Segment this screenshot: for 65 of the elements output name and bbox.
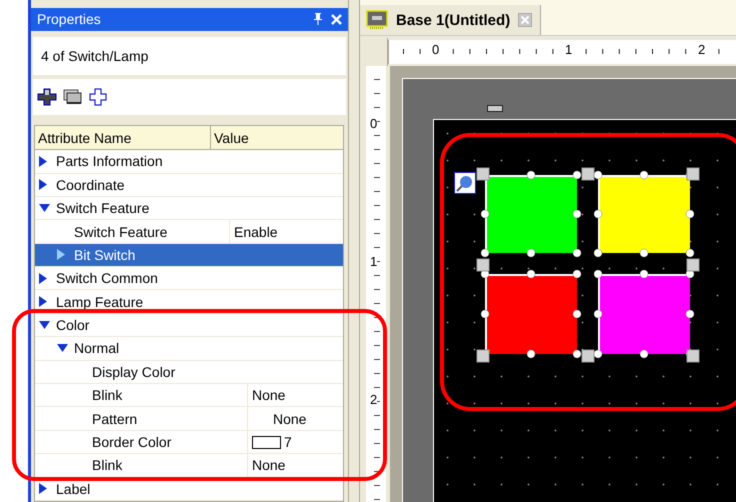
property-name: Coordinate: [56, 176, 124, 193]
property-name: Parts Information: [56, 153, 163, 170]
property-row[interactable]: Color: [35, 314, 343, 338]
column-header[interactable]: Attribute Name: [35, 126, 211, 150]
expanded-triangle-icon[interactable]: [57, 344, 68, 352]
small-bar-icon: [487, 105, 503, 112]
monitor-icon: [366, 10, 388, 30]
property-name: Blink: [92, 457, 122, 474]
property-row[interactable]: Pattern None: [35, 407, 343, 431]
property-name: Switch Feature: [56, 200, 150, 216]
property-row[interactable]: Parts Information: [35, 150, 343, 174]
lamp-switch-part[interactable]: [485, 274, 577, 354]
lamp-switch-part[interactable]: [598, 274, 690, 354]
expanded-triangle-icon[interactable]: [39, 204, 50, 212]
ruler-number: 2: [697, 42, 706, 57]
color-swatch[interactable]: [252, 436, 281, 449]
property-value: None: [252, 457, 286, 474]
property-name: Bit Switch: [74, 246, 136, 263]
property-value: Enable: [234, 224, 278, 240]
property-row[interactable]: Switch Feature: [35, 196, 343, 220]
property-name: Switch Common: [56, 270, 158, 286]
plus-icon[interactable]: [89, 88, 107, 106]
property-name: Normal: [74, 340, 120, 356]
magnifier-icon[interactable]: [454, 172, 476, 194]
ruler-number: 0: [431, 42, 440, 57]
expanded-triangle-icon[interactable]: [39, 321, 50, 330]
windows-stack-icon[interactable]: [63, 88, 83, 106]
property-name: Border Color: [92, 434, 172, 450]
collapsed-triangle-icon[interactable]: [39, 156, 47, 167]
property-row[interactable]: Label: [35, 478, 343, 501]
property-row[interactable]: Blink None: [35, 454, 343, 478]
column-header[interactable]: Value: [211, 126, 249, 150]
selection-summary: 4 of Switch/Lamp: [33, 36, 346, 75]
property-row[interactable]: Lamp Feature: [35, 290, 343, 314]
property-row[interactable]: Bit Switch: [35, 244, 343, 268]
property-value: None: [252, 387, 286, 404]
collapsed-triangle-icon[interactable]: [39, 483, 47, 494]
pin-icon[interactable]: [313, 13, 323, 26]
property-row[interactable]: Normal: [35, 337, 343, 361]
property-row[interactable]: Coordinate: [35, 174, 343, 197]
panel-title: Properties: [37, 11, 102, 28]
lamp-switch-part[interactable]: [598, 175, 690, 253]
property-name: Switch Feature: [74, 224, 168, 240]
property-name: Color: [56, 317, 90, 334]
property-row[interactable]: Switch Common: [35, 267, 343, 290]
property-name: Label: [56, 480, 90, 497]
property-name: Display Color: [92, 364, 176, 380]
collapsed-triangle-icon[interactable]: [39, 296, 47, 308]
property-value: 7: [284, 434, 292, 450]
property-row[interactable]: Border Color 7: [35, 430, 343, 454]
collapsed-triangle-icon[interactable]: [39, 179, 47, 190]
ruler-number: 0: [370, 116, 378, 131]
property-value: None: [273, 410, 306, 427]
property-row[interactable]: Blink None: [35, 384, 343, 408]
property-name: Lamp Feature: [56, 294, 144, 310]
selection-handles-drawing[interactable]: [476, 168, 700, 362]
ruler-number: 1: [564, 42, 574, 57]
property-row[interactable]: Display Color: [35, 360, 343, 384]
ruler-number: 1: [370, 254, 378, 269]
property-name: Blink: [92, 387, 122, 404]
document-tab[interactable]: Base 1(Untitled): [360, 5, 542, 35]
collapsed-triangle-icon[interactable]: [39, 272, 47, 284]
ruler-number: 2: [370, 392, 378, 407]
lamp-switch-part[interactable]: [485, 175, 577, 253]
property-name: Pattern: [92, 410, 138, 427]
